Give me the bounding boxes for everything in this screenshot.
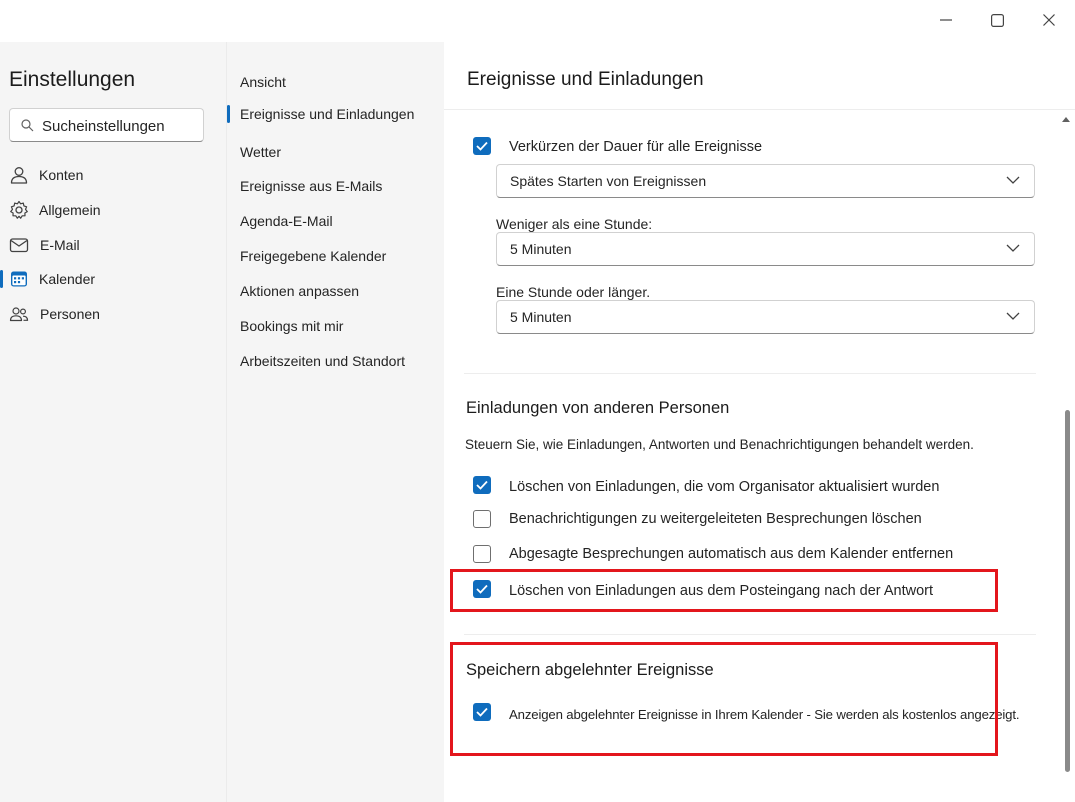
invitations-section-description: Steuern Sie, wie Einladungen, Antworten … <box>465 437 974 452</box>
highlight-box <box>450 642 998 756</box>
checkmark-icon <box>476 480 488 490</box>
minimize-icon <box>940 19 952 21</box>
dropdown-value: 5 Minuten <box>510 309 572 325</box>
subnav-item-label: Ereignisse und Einladungen <box>240 106 415 122</box>
sidebar-item-email[interactable]: E-Mail <box>0 230 226 260</box>
sidebar-item-label: Kalender <box>39 271 96 287</box>
subnav-item-bookings-mit-mir[interactable]: Bookings mit mir <box>240 318 343 334</box>
settings-content: Ereignisse und Einladungen Verkürzen der… <box>444 42 1075 802</box>
search-input[interactable]: Sucheinstellungen <box>9 108 204 142</box>
sidebar-item-label: Allgemein <box>39 202 101 218</box>
section-divider <box>464 634 1036 635</box>
selection-indicator <box>0 270 3 288</box>
dropdown-value: Spätes Starten von Ereignissen <box>510 173 707 189</box>
subnav-item-ansicht[interactable]: Ansicht <box>240 74 286 90</box>
minimize-button[interactable] <box>923 4 969 36</box>
search-icon <box>21 119 34 132</box>
delete-forwarded-notifications-checkbox[interactable] <box>473 510 491 528</box>
delete-updated-invitations-label: Löschen von Einladungen, die vom Organis… <box>509 479 940 495</box>
sidebar-item-label: Konten <box>39 167 84 183</box>
sidebar-item-allgemein[interactable]: Allgemein <box>0 195 226 225</box>
shorten-duration-label: Verkürzen der Dauer für alle Ereignisse <box>509 139 763 155</box>
highlight-box <box>450 569 998 612</box>
search-placeholder: Sucheinstellungen <box>42 118 165 135</box>
sidebar-item-personen[interactable]: Personen <box>0 299 226 329</box>
dropdown-value: 5 Minuten <box>510 241 572 257</box>
under-hour-dropdown[interactable]: 5 Minuten <box>496 232 1035 266</box>
invitations-section-title: Einladungen von anderen Personen <box>466 399 730 417</box>
header-divider <box>444 109 1075 110</box>
subnav-item-arbeitszeiten-und-standort[interactable]: Arbeitszeiten und Standort <box>240 353 405 369</box>
over-hour-label: Eine Stunde oder länger. <box>496 284 651 300</box>
selection-indicator <box>227 105 230 123</box>
remove-cancelled-meetings-label: Abgesagte Besprechungen automatisch aus … <box>509 546 954 562</box>
remove-cancelled-meetings-checkbox[interactable] <box>473 545 491 563</box>
sidebar-item-label: Personen <box>40 306 100 322</box>
chevron-down-icon <box>1006 176 1020 184</box>
close-icon <box>1043 14 1055 26</box>
delete-updated-invitations-checkbox[interactable] <box>473 476 491 494</box>
section-divider <box>464 373 1036 374</box>
sidebar-item-konten[interactable]: Konten <box>0 160 226 190</box>
settings-title: Einstellungen <box>9 68 136 91</box>
scrollbar-thumb[interactable] <box>1065 410 1070 772</box>
close-button[interactable] <box>1026 4 1072 36</box>
scroll-up-arrow-icon[interactable] <box>1062 116 1070 122</box>
maximize-button[interactable] <box>974 4 1020 36</box>
subnav-item-agenda-email[interactable]: Agenda-E-Mail <box>240 213 333 229</box>
gear-icon <box>10 200 28 219</box>
delete-forwarded-notifications-label: Benachrichtigungen zu weitergeleiteten B… <box>509 511 922 527</box>
calendar-subnav: Ansicht Ereignisse und Einladungen Wette… <box>226 42 444 802</box>
over-hour-dropdown[interactable]: 5 Minuten <box>496 300 1035 334</box>
maximize-icon <box>990 13 1004 27</box>
subnav-item-freigegebene-kalender[interactable]: Freigegebene Kalender <box>240 248 386 264</box>
subnav-item-ereignisse-aus-emails[interactable]: Ereignisse aus E-Mails <box>240 178 382 194</box>
page-title: Ereignisse und Einladungen <box>467 69 704 90</box>
title-bar <box>0 0 1075 42</box>
sidebar-item-kalender[interactable]: Kalender <box>0 264 226 294</box>
person-icon <box>10 167 28 184</box>
chevron-down-icon <box>1006 244 1020 252</box>
subnav-item-wetter[interactable]: Wetter <box>240 144 281 160</box>
shorten-duration-checkbox[interactable] <box>473 137 491 155</box>
checkmark-icon <box>476 141 488 151</box>
subnav-item-ereignisse-und-einladungen[interactable]: Ereignisse und Einladungen <box>227 105 415 123</box>
sidebar-item-label: E-Mail <box>40 237 80 253</box>
settings-sidebar: Einstellungen Sucheinstellungen Konten A… <box>0 42 226 802</box>
under-hour-label: Weniger als eine Stunde: <box>496 216 653 232</box>
shorten-mode-dropdown[interactable]: Spätes Starten von Ereignissen <box>496 164 1035 198</box>
people-icon <box>9 307 29 322</box>
subnav-item-aktionen-anpassen[interactable]: Aktionen anpassen <box>240 283 359 299</box>
mail-icon <box>9 238 29 253</box>
chevron-down-icon <box>1006 312 1020 320</box>
calendar-icon <box>11 271 27 287</box>
